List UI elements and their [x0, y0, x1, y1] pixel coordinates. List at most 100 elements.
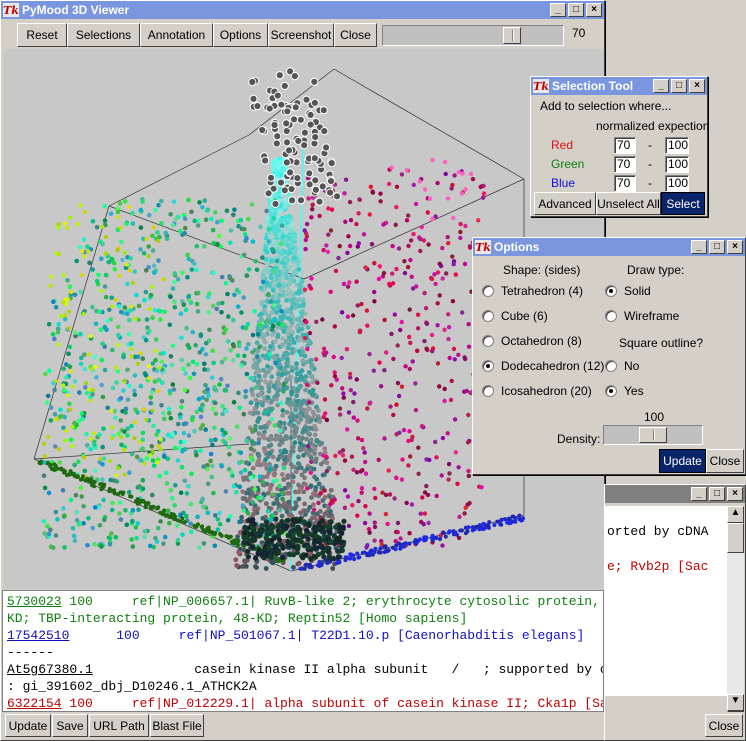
point	[275, 559, 280, 564]
annotation-window-text[interactable]: orted by cDNA e; Rvb2p [Sac	[605, 506, 727, 696]
point	[59, 413, 65, 419]
point	[286, 481, 291, 487]
scroll-thumb[interactable]	[727, 523, 744, 553]
point	[151, 270, 157, 275]
shape-radio[interactable]	[482, 360, 494, 372]
annotation-close-button[interactable]: Close	[705, 714, 743, 737]
blast-file-button[interactable]: Blast File	[150, 714, 204, 737]
maximize-icon[interactable]: □	[671, 79, 687, 93]
shape-label[interactable]: Tetrahedron (4)	[501, 284, 583, 298]
maximize-icon[interactable]: □	[709, 487, 725, 501]
point	[172, 503, 177, 508]
gene-id-link[interactable]: 17542510	[7, 628, 69, 643]
maximize-icon[interactable]: □	[709, 240, 725, 254]
scroll-up-icon[interactable]: ▲	[727, 506, 744, 523]
point	[142, 297, 147, 303]
point	[55, 329, 61, 335]
options-close-button[interactable]: Close	[706, 449, 744, 473]
point	[67, 401, 72, 407]
close-icon[interactable]: ×	[727, 487, 743, 501]
close-icon[interactable]: ×	[689, 79, 705, 93]
sel-min-input[interactable]: 70	[614, 137, 636, 154]
close-icon[interactable]: ×	[586, 3, 602, 17]
point	[394, 266, 399, 272]
outline-radio[interactable]	[605, 385, 617, 397]
minimize-icon[interactable]: _	[550, 3, 566, 17]
point	[239, 514, 245, 520]
point	[405, 264, 411, 270]
options-update-button[interactable]: Update	[659, 449, 706, 473]
point	[134, 454, 140, 460]
point	[185, 275, 190, 280]
shape-radio[interactable]	[482, 385, 494, 397]
annotation-panel[interactable]: 5730023 100 ref|NP_006657.1| RuvB-like 2…	[2, 590, 604, 712]
selection-tool-title-bar[interactable]: Tk Selection Tool _ □ ×	[531, 77, 707, 95]
point	[239, 310, 244, 315]
options-title-bar[interactable]: Tk Options _ □ ×	[473, 238, 745, 256]
density-slider-thumb[interactable]	[639, 427, 667, 443]
annotation-update-button[interactable]: Update	[5, 714, 51, 737]
shape-label[interactable]: Cube (6)	[501, 309, 548, 323]
draw-type-radio[interactable]	[605, 285, 617, 297]
annotation-button[interactable]: Annotation	[140, 23, 213, 47]
point	[180, 448, 185, 454]
sel-max-input[interactable]: 100	[665, 175, 689, 192]
point	[122, 472, 127, 477]
close-icon[interactable]: ×	[727, 240, 743, 254]
shape-label[interactable]: Octahedron (8)	[501, 334, 582, 348]
point	[303, 237, 308, 243]
gene-id-link[interactable]: At5g67380.1	[7, 662, 93, 677]
maximize-icon[interactable]: □	[568, 3, 584, 17]
point	[235, 353, 241, 358]
point	[257, 312, 263, 318]
unselect-all-button[interactable]: Unselect All	[596, 192, 661, 215]
sel-min-input[interactable]: 70	[614, 175, 636, 192]
annotation-save-button[interactable]: Save	[52, 714, 88, 737]
toolbar-slider[interactable]	[382, 25, 564, 46]
reset-button[interactable]: Reset	[17, 23, 67, 47]
shape-label[interactable]: Icosahedron (20)	[501, 384, 592, 398]
point	[312, 537, 318, 544]
point	[422, 511, 428, 516]
minimize-icon[interactable]: _	[691, 240, 707, 254]
point	[272, 231, 278, 237]
minimize-icon[interactable]: _	[691, 487, 707, 501]
scroll-down-icon[interactable]: ▼	[727, 694, 744, 711]
toolbar-slider-thumb[interactable]	[503, 27, 521, 44]
minimize-icon[interactable]: _	[653, 79, 669, 93]
close-button[interactable]: Close	[334, 23, 377, 47]
screenshot-button[interactable]: Screenshot	[268, 23, 334, 47]
point	[155, 230, 160, 235]
shape-radio[interactable]	[482, 285, 494, 297]
main-title-bar[interactable]: Tk PyMood 3D Viewer _ □ ×	[1, 1, 604, 19]
url-path-button[interactable]: URL Path	[89, 714, 149, 737]
point	[280, 322, 285, 328]
advanced-button[interactable]: Advanced	[534, 192, 596, 215]
draw-type-radio[interactable]	[605, 310, 617, 322]
main-annotation-scrollbar[interactable]: ▼	[727, 589, 744, 711]
density-slider[interactable]	[603, 425, 703, 445]
point	[277, 161, 282, 166]
point	[296, 496, 302, 502]
annotation-window-title-bar[interactable]: _ □ ×	[605, 485, 745, 503]
options-button[interactable]: Options	[213, 23, 268, 47]
gene-id-link[interactable]: 6322154	[7, 696, 62, 711]
sel-max-input[interactable]: 100	[665, 156, 689, 173]
shape-radio[interactable]	[482, 335, 494, 347]
outline-radio[interactable]	[605, 360, 617, 372]
point	[460, 310, 465, 315]
select-button[interactable]: Select	[661, 192, 705, 215]
draw-type-label[interactable]: Wireframe	[624, 309, 679, 323]
draw-type-label[interactable]: Solid	[624, 284, 651, 298]
selections-button[interactable]: Selections	[67, 23, 140, 47]
gene-id-link[interactable]: 5730023	[7, 594, 62, 609]
point	[130, 507, 136, 513]
shape-radio[interactable]	[482, 310, 494, 322]
outline-label[interactable]: Yes	[624, 384, 644, 398]
outline-label[interactable]: No	[624, 359, 639, 373]
sel-max-input[interactable]: 100	[665, 137, 689, 154]
point	[302, 501, 307, 507]
point	[381, 222, 386, 227]
shape-label[interactable]: Dodecahedron (12)	[501, 359, 604, 373]
sel-min-input[interactable]: 70	[614, 156, 636, 173]
